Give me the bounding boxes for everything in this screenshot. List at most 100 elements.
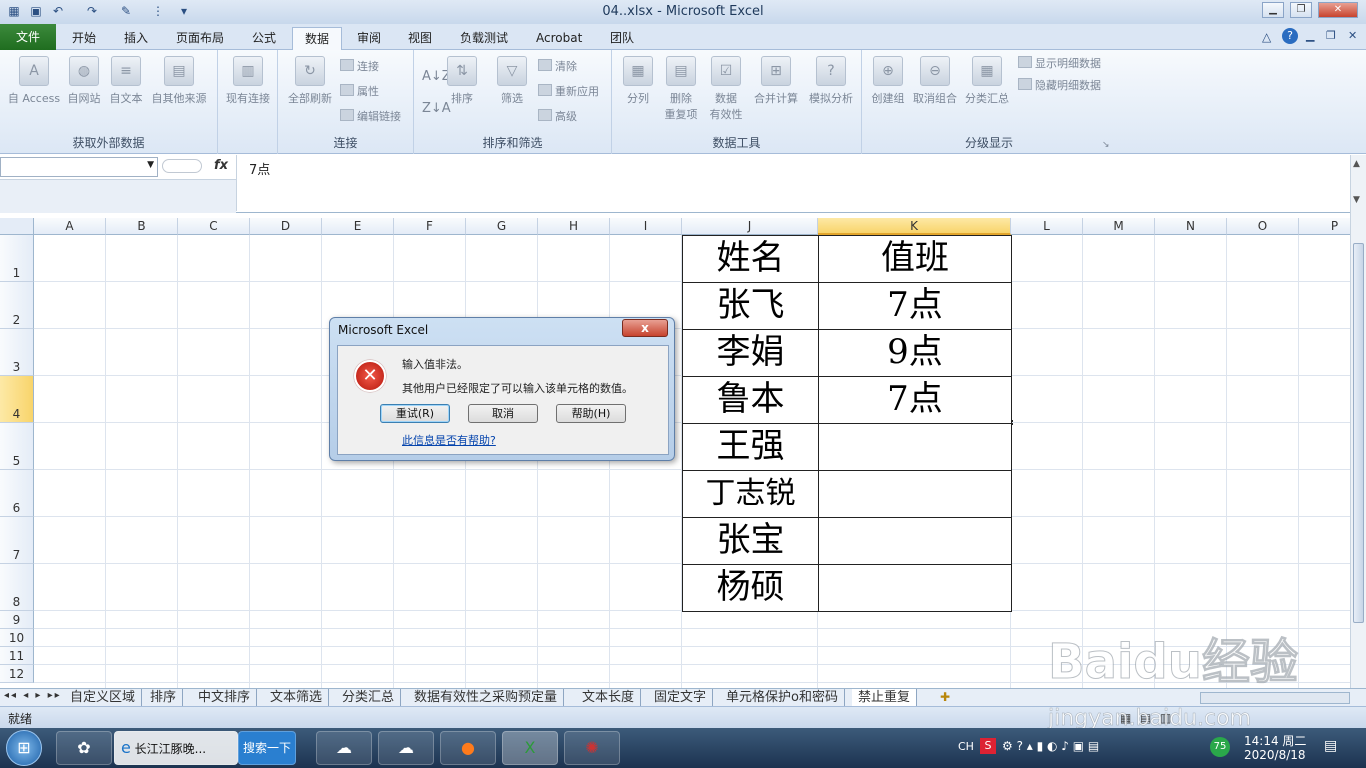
sheet-tab[interactable]: 自定义区域 [64, 689, 143, 707]
duty-cell[interactable]: 值班 [818, 235, 1012, 283]
from-web-button[interactable]: ◍ 自网站 [62, 56, 106, 106]
column-header[interactable]: F [394, 218, 466, 235]
app-pinwheel-icon[interactable]: ✿ [56, 731, 112, 765]
column-header[interactable]: K [818, 218, 1011, 235]
data-validation-button[interactable]: ☑ 数据 有效性 [704, 56, 748, 122]
edit-links-button[interactable]: 编辑链接 [340, 108, 401, 126]
sort-button[interactable]: ⇅ 排序 [444, 56, 480, 106]
name-cell[interactable]: 姓名 [682, 235, 819, 283]
name-cell[interactable]: 张飞 [682, 282, 819, 330]
column-header[interactable]: I [610, 218, 682, 235]
column-header[interactable]: H [538, 218, 610, 235]
retry-button[interactable]: 重试(R) [380, 404, 450, 423]
group-button[interactable]: ⊕ 创建组 [866, 56, 910, 106]
consolidate-button[interactable]: ⊞ 合并计算 [750, 56, 802, 106]
name-cell[interactable]: 王强 [682, 423, 819, 471]
close-window-button[interactable]: ✕ [1318, 2, 1358, 18]
wb-restore-icon[interactable]: ❐ [1326, 29, 1336, 42]
column-header[interactable]: A [34, 218, 106, 235]
clear-button[interactable]: 清除 [538, 58, 577, 76]
sheet-tab[interactable]: 排序 [144, 689, 184, 707]
tab-file[interactable]: 文件 [0, 24, 56, 50]
scroll-up-icon[interactable]: ▲ [1353, 159, 1360, 169]
row-header[interactable]: 3 [0, 329, 34, 376]
row-header[interactable]: 7 [0, 517, 34, 564]
subtotal-button[interactable]: ▦ 分类汇总 [962, 56, 1012, 106]
tray-icons[interactable]: ⚙ ? ▴ ▮ ◐ ♪ ▣ ▤ [1002, 739, 1099, 753]
tab-home[interactable]: 开始 [60, 27, 108, 50]
sheet-tab[interactable]: 中文排序 [192, 689, 258, 707]
tab-data[interactable]: 数据 [292, 27, 343, 51]
sheet-tab[interactable]: 数据有效性之采购预定量 [408, 689, 565, 707]
scroll-down-icon[interactable]: ▼ [1353, 195, 1360, 205]
text-to-columns-button[interactable]: ▦ 分列 [618, 56, 658, 106]
column-header[interactable]: G [466, 218, 538, 235]
row-header[interactable]: 4 [0, 376, 34, 423]
excel-taskbar-icon[interactable]: X [502, 731, 558, 765]
column-header[interactable]: N [1155, 218, 1227, 235]
row-header[interactable]: 11 [0, 647, 34, 665]
show-detail-button[interactable]: 显示明细数据 [1018, 55, 1101, 73]
duty-cell[interactable] [818, 564, 1012, 612]
collapse-ribbon-icon[interactable]: △ [1262, 30, 1271, 44]
properties-button[interactable]: 属性 [340, 83, 379, 101]
connections-button[interactable]: 连接 [340, 58, 379, 76]
sheet-tab[interactable]: 分类汇总 [336, 689, 402, 707]
name-cell[interactable]: 丁志锐 [682, 470, 819, 518]
security-badge[interactable]: 75 [1210, 737, 1230, 757]
insert-sheet-icon[interactable]: ✚ [940, 690, 950, 704]
sheet-tab[interactable]: 文本长度 [576, 689, 642, 707]
horizontal-scrollbar[interactable] [1200, 692, 1350, 704]
duty-cell[interactable]: 7点 [818, 282, 1012, 330]
vertical-scrollbar[interactable]: ▲ ▼ [1350, 155, 1366, 688]
advanced-button[interactable]: 高级 [538, 108, 577, 126]
duty-cell[interactable]: 7点 [818, 376, 1012, 424]
search-taskbar-item[interactable]: 搜索一下 [238, 731, 296, 765]
help-button[interactable]: 帮助(H) [556, 404, 626, 423]
row-header[interactable]: 10 [0, 629, 34, 647]
notification-icon[interactable]: ▤ [1324, 738, 1337, 754]
firefox-icon[interactable]: ● [440, 731, 496, 765]
tab-insert[interactable]: 插入 [112, 27, 160, 50]
row-header[interactable]: 8 [0, 564, 34, 611]
row-header[interactable]: 5 [0, 423, 34, 470]
column-header[interactable]: E [322, 218, 394, 235]
minimize-button[interactable]: ▁ [1262, 2, 1284, 18]
name-cell[interactable]: 杨硕 [682, 564, 819, 612]
from-other-sources-button[interactable]: ▤ 自其他来源 [146, 56, 212, 106]
wb-close-icon[interactable]: ✕ [1348, 29, 1357, 42]
select-all-corner[interactable] [0, 218, 34, 235]
dialog-launcher-icon[interactable]: ↘ [1102, 140, 1110, 150]
cloud-app-icon[interactable]: ☁ [316, 731, 372, 765]
duty-cell[interactable] [818, 423, 1012, 471]
column-header[interactable]: M [1083, 218, 1155, 235]
tab-page-layout[interactable]: 页面布局 [164, 27, 236, 50]
tab-formulas[interactable]: 公式 [240, 27, 288, 50]
row-header[interactable]: 2 [0, 282, 34, 329]
cancel-button[interactable]: 取消 [468, 404, 538, 423]
duty-cell[interactable]: 9点 [818, 329, 1012, 377]
scroll-thumb[interactable] [1353, 243, 1364, 623]
name-cell[interactable]: 张宝 [682, 517, 819, 565]
hide-detail-button[interactable]: 隐藏明细数据 [1018, 77, 1101, 95]
insert-function-icon[interactable]: fx [214, 158, 228, 173]
wb-minimize-icon[interactable]: ▁ [1306, 29, 1314, 42]
row-header[interactable]: 12 [0, 665, 34, 683]
column-header[interactable]: L [1011, 218, 1083, 235]
row-header[interactable]: 9 [0, 611, 34, 629]
column-header[interactable]: J [682, 218, 818, 235]
feedback-link[interactable]: 此信息是否有帮助? [402, 432, 496, 448]
what-if-analysis-button[interactable]: ? 模拟分析 [804, 56, 858, 106]
name-box-dropdown-icon[interactable]: ▼ [147, 160, 154, 170]
start-button[interactable]: ⊞ [6, 730, 42, 766]
duty-cell[interactable] [818, 517, 1012, 565]
worksheet-grid[interactable]: A B C D E F G H I J K L M N O P 1 2 3 4 5 6 7 8 9 10 11 12 姓名 值班 张飞 7点李… [0, 218, 1350, 688]
formula-input[interactable]: 7点 [236, 155, 1350, 211]
from-access-button[interactable]: A自 Access [4, 56, 64, 106]
column-header[interactable]: O [1227, 218, 1299, 235]
sheet-nav-icon[interactable]: ◂◂ ◂ ▸ ▸▸ [4, 690, 62, 701]
column-header[interactable]: D [250, 218, 322, 235]
ie-taskbar-item[interactable]: e 长江江豚晚... [114, 731, 238, 765]
media-app-icon[interactable]: ✺ [564, 731, 620, 765]
tab-team[interactable]: 团队 [598, 27, 646, 50]
